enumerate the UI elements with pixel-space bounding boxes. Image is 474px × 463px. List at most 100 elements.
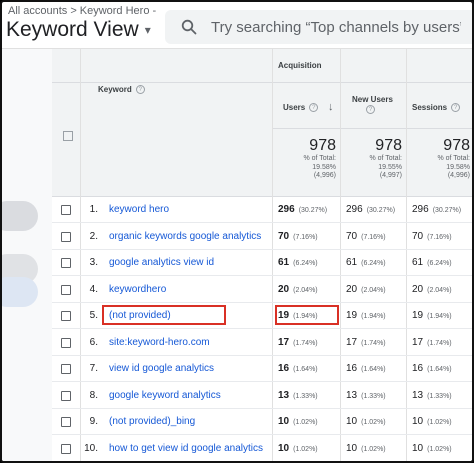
sessions-cell: 17 (1.74%): [412, 337, 452, 348]
users-pct: (1.02%): [293, 445, 318, 453]
sessions-cell: 10 (1.02%): [412, 416, 452, 427]
users-value: 70: [278, 230, 290, 242]
users-cell: 296 (30.27%): [278, 204, 327, 215]
keyword-highlight-box: [102, 305, 226, 325]
sessions-total: 978 % of Total: 19.58% (4,996): [408, 137, 470, 181]
keyword-link[interactable]: google keyword analytics: [109, 390, 221, 401]
header-line: [272, 128, 472, 129]
sessions-total-value: 978: [443, 137, 470, 154]
row-checkbox[interactable]: [61, 311, 71, 321]
help-icon[interactable]: ?: [451, 103, 461, 113]
users-cell: 20 (2.04%): [278, 284, 318, 295]
new-users-value: 20: [346, 283, 358, 295]
keyword-link[interactable]: how to get view id google analytics: [109, 443, 263, 454]
users-cell: 17 (1.74%): [278, 337, 318, 348]
new-users-value: 296: [346, 204, 363, 215]
row-index: 7.: [89, 363, 98, 374]
row-checkbox[interactable]: [61, 205, 71, 215]
sessions-header-label: Sessions: [412, 103, 448, 112]
row-checkbox[interactable]: [61, 417, 71, 427]
keyword-link[interactable]: keywordhero: [109, 284, 166, 295]
row-checkbox[interactable]: [61, 231, 71, 242]
sessions-pct: (2.04%): [427, 286, 452, 294]
sessions-pct: (30.27%): [432, 207, 462, 214]
row-checkbox[interactable]: [61, 443, 71, 454]
sessions-total-label: % of Total:: [437, 155, 470, 162]
search-input[interactable]: [211, 18, 461, 36]
breadcrumb-accounts[interactable]: All accounts: [8, 5, 67, 17]
new-users-value: 10: [346, 442, 358, 454]
sessions-column-header[interactable]: Sessions?: [412, 103, 461, 113]
table-row: 3. google analytics view id 61 (6.24%) 61 (6.…: [52, 250, 472, 276]
new-users-pct: (1.74%): [361, 339, 386, 347]
sessions-pct: (1.94%): [427, 313, 452, 320]
help-icon[interactable]: ?: [366, 105, 375, 115]
keyword-link[interactable]: google analytics view id: [109, 257, 214, 268]
keyword-link[interactable]: site:keyword-hero.com: [109, 337, 210, 348]
sessions-value: 10: [412, 442, 424, 454]
sessions-value: 296: [412, 204, 429, 215]
sessions-value: 13: [412, 389, 424, 401]
row-checkbox[interactable]: [61, 364, 71, 374]
new-users-cell: 16 (1.64%): [346, 363, 386, 374]
nav-item-selected[interactable]: [2, 277, 38, 307]
users-total-base: (4,996): [313, 172, 336, 179]
row-checkbox[interactable]: [61, 390, 71, 401]
sort-descending-icon[interactable]: ↓: [328, 101, 334, 113]
sessions-cell: 20 (2.04%): [412, 284, 452, 295]
table-row: 10. how to get view id google analytics 10…: [52, 436, 472, 461]
table-row: 8. google keyword analytics 13 (1.33%) 13 (1.…: [52, 383, 472, 409]
users-value: 10: [278, 416, 290, 427]
sessions-value: 70: [412, 230, 424, 242]
new-users-value: 17: [346, 336, 358, 348]
sessions-cell: 296 (30.27%): [412, 204, 461, 215]
new-users-value: 61: [346, 257, 358, 268]
new-users-pct: (7.16%): [361, 233, 386, 241]
sessions-pct: (1.02%): [427, 419, 452, 426]
keyword-link[interactable]: view id google analytics: [109, 363, 214, 374]
new-users-cell: 20 (2.04%): [346, 284, 386, 295]
new-users-cell: 10 (1.02%): [346, 443, 386, 454]
users-total: 978 % of Total: 19.58% (4,996): [274, 137, 336, 181]
new-users-cell: 17 (1.74%): [346, 337, 386, 348]
new-users-cell: 296 (30.27%): [346, 204, 395, 215]
sessions-value: 20: [412, 283, 424, 295]
row-checkbox[interactable]: [61, 258, 71, 268]
keyword-link[interactable]: keyword hero: [109, 204, 169, 215]
nav-item[interactable]: [2, 201, 38, 231]
sessions-cell: 16 (1.64%): [412, 363, 452, 374]
keyword-link[interactable]: organic keywords google analytics: [109, 231, 261, 242]
table-row: 2. organic keywords google analytics 70 (7.…: [52, 224, 472, 250]
new-users-pct: (1.02%): [361, 445, 386, 453]
users-highlight-box: [275, 305, 339, 325]
breadcrumb-property[interactable]: Keyword Hero -: [80, 5, 156, 17]
new-users-value: 16: [346, 363, 358, 374]
search-icon: [181, 19, 197, 35]
keyword-column-header[interactable]: Keyword?: [98, 85, 145, 95]
select-all-checkbox[interactable]: [63, 131, 73, 141]
users-pct: (6.24%): [293, 260, 318, 267]
report-table: Keyword? Acquisition Users? ↓ New Users?…: [52, 49, 472, 461]
sessions-cell: 61 (6.24%): [412, 257, 452, 268]
row-checkbox[interactable]: [61, 284, 71, 295]
new-users-column-header[interactable]: New Users?: [352, 95, 402, 115]
users-value: 10: [278, 442, 290, 454]
row-index: 8.: [89, 389, 98, 401]
keyword-link[interactable]: (not provided)_bing: [109, 416, 195, 427]
users-column-header[interactable]: Users?: [283, 103, 319, 113]
row-index: 1.: [89, 204, 98, 215]
help-icon[interactable]: ?: [135, 85, 145, 95]
users-value: 17: [278, 336, 290, 348]
sessions-value: 19: [412, 310, 424, 321]
users-value: 61: [278, 257, 290, 268]
search-bar[interactable]: [165, 10, 472, 44]
view-selector[interactable]: Keyword View ▾: [6, 18, 151, 42]
row-checkbox[interactable]: [61, 337, 71, 348]
users-pct: (1.74%): [293, 339, 318, 347]
new-users-total-label: % of Total:: [369, 155, 402, 162]
table-row: 1. keyword hero 296 (30.27%) 296 (30.27%) 296(…: [52, 197, 472, 223]
users-value: 16: [278, 363, 290, 374]
sessions-cell: 13 (1.33%): [412, 390, 452, 401]
help-icon[interactable]: ?: [309, 103, 319, 113]
row-index: 6.: [89, 336, 98, 348]
